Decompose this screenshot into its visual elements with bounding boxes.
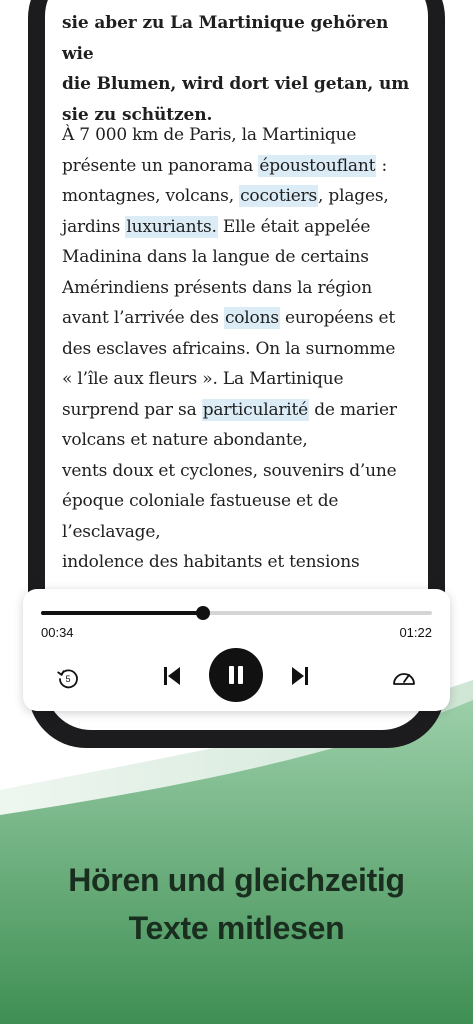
previous-button[interactable]	[157, 661, 187, 691]
text-segment: vents doux et cyclones, souvenirs d’une	[62, 460, 397, 481]
highlighted-word[interactable]: cocotiers	[239, 185, 319, 207]
progress-thumb[interactable]	[195, 606, 210, 620]
skip-previous-icon	[164, 667, 180, 685]
progress-fill	[41, 611, 203, 615]
skip-next-icon	[292, 667, 308, 685]
elapsed-time: 00:34	[41, 625, 74, 640]
next-button[interactable]	[285, 661, 315, 691]
pause-icon	[229, 666, 243, 684]
highlighted-word[interactable]: colons	[223, 307, 280, 329]
headline-line-1: Hören und gleichzeitig	[68, 862, 405, 898]
rewind-seconds: 5	[65, 674, 70, 684]
text-line: avant l’arrivée des colons européens et	[62, 307, 395, 329]
headline-line-2: Texte mitlesen	[128, 910, 345, 946]
text-line: montagnes, volcans, cocotiers, plages,	[62, 185, 389, 207]
text-segment: époque coloniale fastueuse et de	[62, 491, 339, 511]
text-line: indolence des habitants et tensions	[62, 552, 360, 572]
text-segment: volcans et nature abondante,	[62, 430, 308, 450]
text-segment: , plages,	[318, 186, 389, 206]
text-segment: de marier	[309, 399, 397, 420]
text-segment: À 7 000 km de Paris, la Martinique	[62, 125, 357, 145]
audio-player: 00:34 01:22 5	[23, 589, 450, 711]
text-segment: Amérindiens présents dans la région	[62, 277, 372, 298]
text-line: l’esclavage,	[62, 521, 161, 542]
progress-track[interactable]	[41, 611, 432, 615]
text-line: surprend par sa particularité de marier	[62, 398, 397, 421]
bold-line: sie aber zu La Martinique gehören wie	[62, 13, 389, 64]
text-segment: avant l’arrivée des	[62, 308, 224, 328]
pause-button[interactable]	[209, 648, 263, 702]
text-line: À 7 000 km de Paris, la Martinique	[62, 125, 356, 145]
text-segment: montagnes, volcans,	[62, 186, 240, 206]
speedometer-icon	[393, 673, 415, 685]
text-line: Amérindiens présents dans la région	[62, 278, 372, 298]
text-segment: jardins	[62, 216, 126, 237]
text-segment: « l’île aux fleurs ». La Martinique	[62, 369, 344, 389]
highlighted-word[interactable]: particularité	[201, 398, 310, 421]
text-line: époque coloniale fastueuse et de	[62, 491, 338, 511]
text-segment: européens et	[279, 308, 395, 328]
text-line: présente un panorama époustouflant :	[62, 154, 387, 177]
text-segment: l’esclavage,	[62, 521, 161, 542]
bold-line: die Blumen, wird dort viel getan, um	[62, 74, 410, 94]
playback-speed-button[interactable]	[387, 661, 421, 695]
duration-time: 01:22	[399, 625, 432, 640]
text-segment: Elle était appelée	[217, 216, 371, 237]
text-segment: indolence des habitants et tensions	[62, 552, 360, 572]
bold-paragraph: sie aber zu La Martinique gehören wie di…	[62, 8, 422, 130]
text-segment: des esclaves africains. On la surnomme	[62, 338, 396, 359]
text-line: « l’île aux fleurs ». La Martinique	[62, 369, 344, 389]
rewind-5-button[interactable]: 5	[51, 661, 85, 695]
text-line: vents doux et cyclones, souvenirs d’une	[62, 460, 397, 481]
text-segment: :	[376, 155, 387, 176]
text-line: jardins luxuriants. Elle était appelée	[62, 215, 371, 238]
text-segment: surprend par sa	[62, 399, 202, 420]
rewind-5-icon: 5	[57, 669, 78, 689]
text-line: Madinina dans la langue de certains	[62, 247, 369, 267]
highlighted-word[interactable]: époustouflant	[258, 154, 377, 177]
text-segment: présente un panorama	[62, 155, 259, 176]
highlighted-word[interactable]: luxuriants.	[125, 215, 218, 238]
text-line: volcans et nature abondante,	[62, 430, 308, 450]
text-segment: Madinina dans la langue de certains	[62, 247, 369, 267]
text-line: des esclaves africains. On la surnomme	[62, 339, 395, 359]
